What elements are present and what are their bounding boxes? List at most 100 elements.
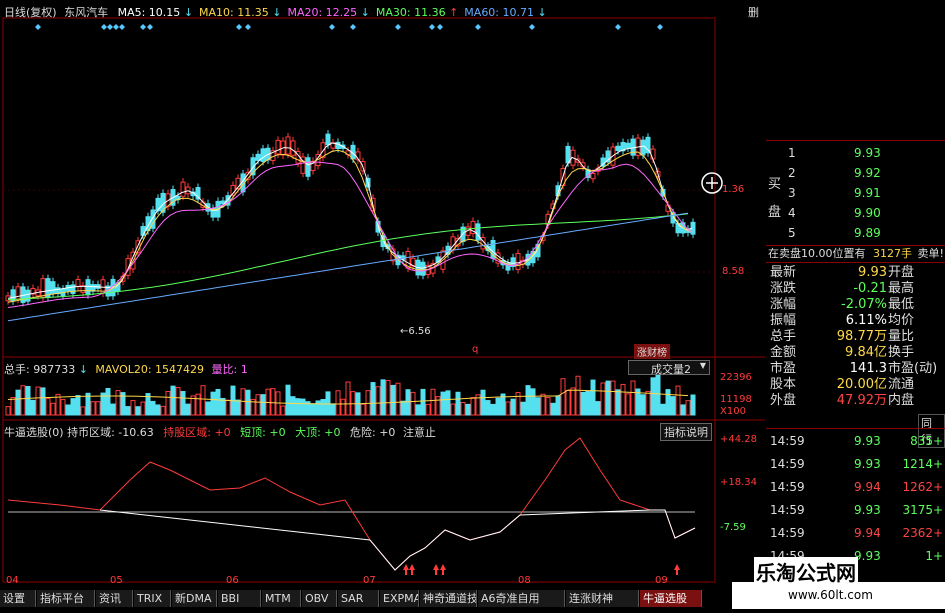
quote-row: 外盘 47.92万 内盘 <box>766 393 945 409</box>
volume-bar <box>170 385 176 416</box>
tab-5[interactable]: BBI <box>218 590 261 607</box>
volume-bar <box>520 401 526 416</box>
candle-body <box>515 253 521 271</box>
indicator-name: 牛逼选股(0) 持币区域: -10.63 <box>4 426 154 439</box>
tick-volume: 835 <box>910 434 933 448</box>
x-label-09: 09 <box>655 575 668 586</box>
period-label[interactable]: 日线(复权) <box>4 6 57 19</box>
tick-volume: 1 <box>925 549 933 563</box>
volume-bar <box>435 396 441 416</box>
volume-bar <box>400 400 406 416</box>
bid-row[interactable]: 5 9.89 <box>766 225 945 241</box>
quote-key: 涨幅 <box>770 297 797 312</box>
crosshair-cursor-icon[interactable] <box>701 172 723 194</box>
volume-bar <box>185 403 191 416</box>
quote-row: 金额 9.84亿 换手 <box>766 345 945 361</box>
candle-body <box>260 148 266 162</box>
volume-ratio: 量比: 1 <box>211 363 248 376</box>
volume-total: 总手: 987733 <box>4 363 76 376</box>
arrow-down-icon: ↓ <box>183 6 194 19</box>
volume-bar <box>225 399 231 416</box>
tick-price: 9.93 <box>854 549 881 563</box>
arrow-down-icon: ↓ <box>360 6 370 19</box>
volume-bar <box>420 388 426 416</box>
quote-panel: 买 盘 1 9.93 2 9.92 3 9.91 4 9.90 5 9.89 在卖盘10.00位置… <box>766 140 945 609</box>
diamond-icon <box>113 24 119 30</box>
tick-time: 14:59 <box>770 434 805 448</box>
tab-8[interactable]: SAR <box>338 590 379 607</box>
bid-row[interactable]: 4 9.90 <box>766 205 945 221</box>
tab-2[interactable]: 资讯 <box>96 590 133 607</box>
indicator-tick-1: +44.28 <box>720 434 758 445</box>
diamond-icon <box>657 24 663 30</box>
tab-7[interactable]: OBV <box>302 590 337 607</box>
quote-key: 金额 <box>770 345 797 360</box>
volume-bar <box>550 402 556 416</box>
volume-bar <box>410 391 416 416</box>
chevron-down-icon: ▼ <box>699 361 706 370</box>
quote-key-2: 最低 <box>888 297 915 312</box>
candle-body <box>590 172 596 180</box>
indicator-help-button[interactable]: 指标说明 <box>660 423 712 441</box>
volume-bar <box>195 393 201 416</box>
volume-bar <box>470 397 476 416</box>
bid-row[interactable]: 2 9.92 <box>766 165 945 181</box>
tick-time: 14:59 <box>770 457 805 471</box>
tab-0[interactable]: 设置 <box>0 590 36 607</box>
tick-row: 14:59 9.93 835 + <box>766 433 945 449</box>
tab-1[interactable]: 指标平台 <box>37 590 95 607</box>
volume-bar <box>75 395 81 416</box>
volume-bar <box>560 378 566 416</box>
bid-price: 9.93 <box>854 146 881 160</box>
tab-11[interactable]: A6奇准自用 <box>478 590 565 607</box>
tab-9[interactable]: EXPMA <box>380 590 419 607</box>
tab-12[interactable]: 连涨财神 <box>566 590 639 607</box>
sell-action: 卖单! <box>917 247 944 260</box>
tick-side: + <box>932 457 943 471</box>
candle-body <box>335 141 341 150</box>
signal-diamonds <box>35 24 663 30</box>
tab-10[interactable]: 神奇通道技术矛盾线 <box>420 590 477 607</box>
bid-level: 2 <box>788 166 796 180</box>
quote-key: 股本 <box>770 377 797 392</box>
candle-body <box>25 289 31 302</box>
diamond-icon <box>529 24 535 30</box>
bid-row[interactable]: 1 9.93 <box>766 145 945 161</box>
tick-row: 14:59 9.94 1262 + <box>766 479 945 495</box>
quote-key-2: 最高 <box>888 281 915 296</box>
tick-volume: 2362 <box>902 526 933 540</box>
volume-bar <box>20 385 26 416</box>
volume-type-dropdown[interactable]: 成交量2 ▼ <box>628 360 710 376</box>
volume-bar <box>600 382 606 416</box>
tab-13[interactable]: 牛逼选股 <box>640 590 702 607</box>
volume-bar <box>555 395 561 416</box>
tab-3[interactable]: TRIX <box>134 590 171 607</box>
bid-row[interactable]: 3 9.91 <box>766 185 945 201</box>
volume-bar <box>510 398 516 416</box>
ma-legend: MA5: 10.15 ↓ MA10: 11.35 ↓ MA20: 12.25 ↓ MA… <box>112 6 547 19</box>
quote-value: 9.93 <box>858 265 887 280</box>
kline-chart[interactable] <box>0 0 765 609</box>
volume-bar <box>210 391 216 416</box>
bid-level: 4 <box>788 206 796 220</box>
rising-badge[interactable]: 涨财榜 <box>634 344 670 359</box>
quote-key: 最新 <box>770 265 797 280</box>
tick-time: 14:59 <box>770 526 805 540</box>
ma-legend-item: MA10: 11.35 ↓ <box>199 6 282 19</box>
volume-bar <box>335 390 341 416</box>
tick-side: + <box>932 526 943 540</box>
corner-label[interactable]: 删 <box>748 4 759 20</box>
volume-bar <box>680 404 686 416</box>
candle-body <box>650 148 656 160</box>
volume-bar <box>660 403 666 416</box>
indicator-line-white <box>99 509 696 571</box>
tab-6[interactable]: MTM <box>262 590 301 607</box>
diamond-icon <box>429 24 435 30</box>
tab-4[interactable]: 新DMA <box>172 590 217 607</box>
volume-bar <box>650 377 656 416</box>
quote-value: 6.11% <box>845 313 887 328</box>
volume-bar <box>315 400 321 416</box>
volume-bar <box>30 399 36 416</box>
quote-row: 股本 20.00亿 流通 <box>766 377 945 393</box>
chart-area[interactable]: 日线(复权) 东风汽车 MA5: 10.15 ↓ MA10: 11.35 ↓ MA2… <box>0 0 765 609</box>
